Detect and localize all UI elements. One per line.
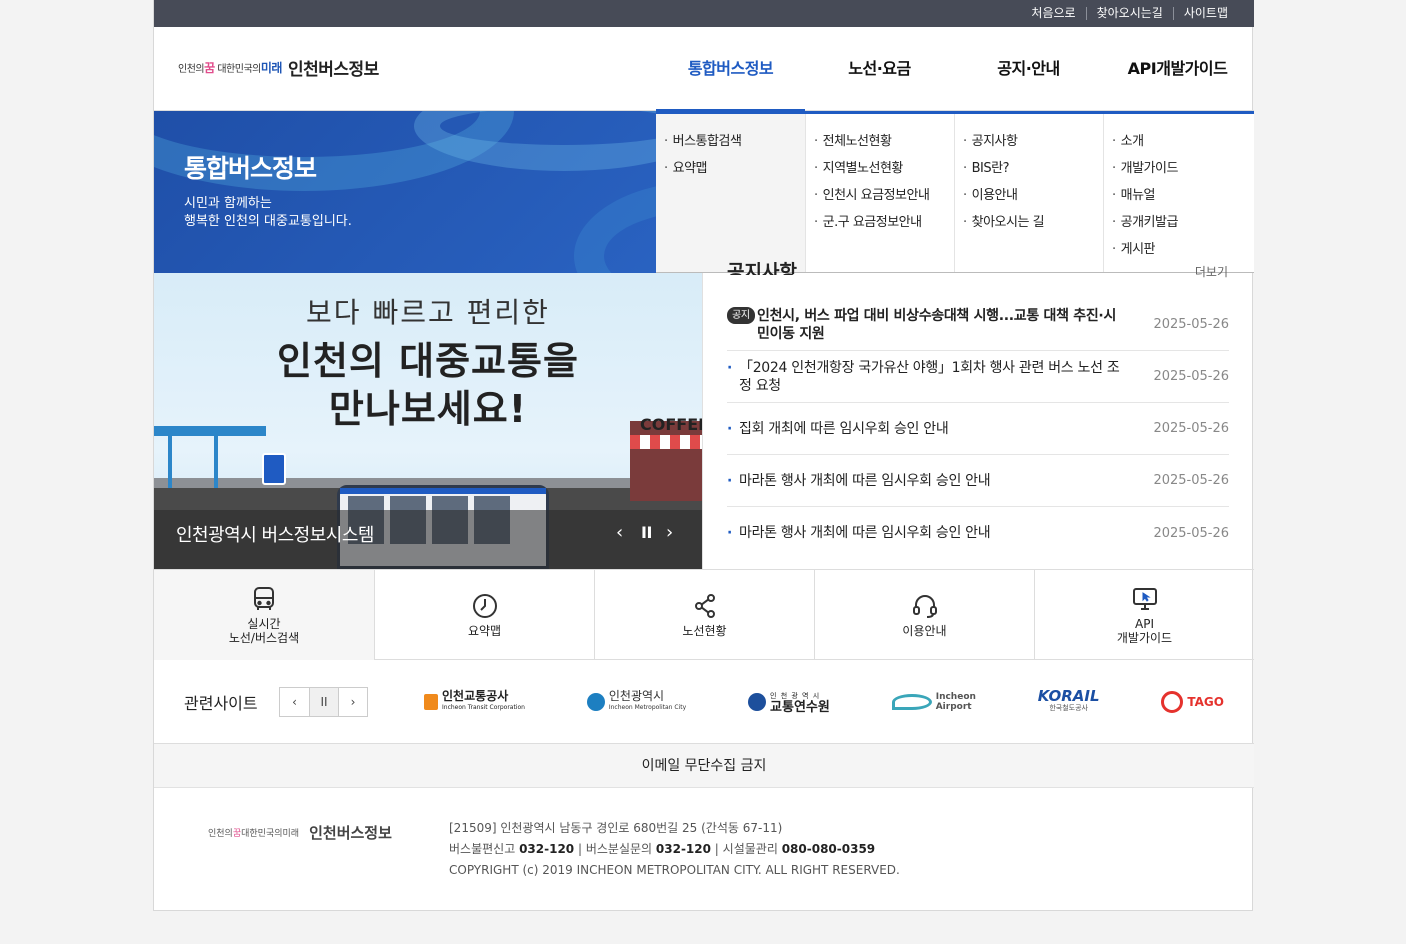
related-logo-training-institute[interactable]: 인 천 광 역 시 교통연수원 bbox=[748, 691, 830, 714]
bus-shelter-illustration bbox=[154, 426, 266, 488]
menu-item-bus-search[interactable]: 버스통합검색 bbox=[664, 128, 797, 155]
notice-board: 공지사항 더보기 공지 인천시, 버스 파업 대비 비상수송대책 시행...교통… bbox=[702, 261, 1254, 569]
notice-item[interactable]: 마라톤 행사 개최에 따른 임시우회 승인 안내 2025-05-26 bbox=[727, 507, 1229, 559]
related-sites-controls: ‹ II › bbox=[279, 687, 368, 717]
quick-usage-guide[interactable]: 이용안내 bbox=[814, 570, 1034, 660]
slider-main-text: 인천의 대중교통을 만나보세요! bbox=[277, 339, 579, 431]
menu-item-usage-guide[interactable]: 이용안내 bbox=[963, 182, 1095, 209]
util-link-sitemap[interactable]: 사이트맵 bbox=[1172, 7, 1238, 20]
mega-col-integrated: 버스통합검색 요약맵 bbox=[656, 114, 805, 272]
menu-item-notices[interactable]: 공지사항 bbox=[963, 128, 1095, 155]
util-link-directions[interactable]: 찾아오시는길 bbox=[1085, 7, 1173, 20]
training-institute-logo-icon bbox=[748, 693, 767, 711]
bus-stop-sign-icon bbox=[262, 453, 286, 485]
menu-item-board[interactable]: 게시판 bbox=[1112, 236, 1244, 263]
hero-subtitle: 시민과 함께하는 행복한 인천의 대중교통입니다. bbox=[184, 196, 352, 229]
related-logos: 인천교통공사 Incheon Transit Corporation 인천광역시 I… bbox=[424, 684, 1224, 720]
email-collection-notice[interactable]: 이메일 무단수집 금지 bbox=[154, 744, 1254, 788]
incheon-transit-logo-icon bbox=[424, 694, 438, 710]
notice-date: 2025-05-26 bbox=[1153, 369, 1229, 384]
notice-list: 공지 인천시, 버스 파업 대비 비상수송대책 시행...교통 대책 추진·시민… bbox=[727, 299, 1229, 559]
quick-menu: 실시간 노선/버스검색 요약맵 노선현황 이용안내 API 개발가이드 bbox=[154, 569, 1254, 660]
quick-api-guide[interactable]: API 개발가이드 bbox=[1034, 570, 1254, 660]
footer-logo: 인천의꿈대한민국의미래 인천버스정보 bbox=[208, 824, 392, 842]
menu-item-dev-guide[interactable]: 개발가이드 bbox=[1112, 155, 1244, 182]
cafe-illustration: COFFEE bbox=[630, 415, 702, 501]
related-prev-icon[interactable]: ‹ bbox=[280, 688, 309, 716]
monitor-cursor-icon bbox=[1132, 588, 1157, 610]
headset-icon bbox=[912, 595, 937, 618]
notice-badge: 공지 bbox=[727, 306, 755, 324]
notice-date: 2025-05-26 bbox=[1153, 317, 1229, 332]
main-nav: 통합버스정보 노선·요금 공지·안내 API개발가이드 bbox=[656, 27, 1254, 112]
hero-title: 통합버스정보 bbox=[184, 154, 317, 183]
main-slider: 보다 빠르고 편리한 인천의 대중교통을 만나보세요! COFFEE 인천광역시… bbox=[154, 273, 702, 569]
menu-item-what-is-bis[interactable]: BIS란? bbox=[963, 155, 1095, 182]
utility-bar: 처음으로 찾아오시는길 사이트맵 bbox=[154, 0, 1254, 27]
notice-date: 2025-05-26 bbox=[1153, 525, 1229, 541]
footer-copyright: COPYRIGHT (c) 2019 INCHEON METROPOLITAN … bbox=[449, 863, 900, 877]
related-logo-incheon-airport[interactable]: Incheon Airport bbox=[891, 692, 976, 712]
quick-realtime-search[interactable]: 실시간 노선/버스검색 bbox=[154, 570, 374, 660]
slider-caption: 인천광역시 버스정보시스템 ‹ II › bbox=[154, 510, 702, 569]
slider-pause-icon[interactable]: II bbox=[641, 521, 652, 545]
nav-integrated-bus-info[interactable]: 통합버스정보 bbox=[656, 27, 805, 112]
header: 인천의꿈 대한민국의미래 인천버스정보 통합버스정보 노선·요금 공지·안내 A… bbox=[154, 27, 1254, 112]
quick-summary-map[interactable]: 요약맵 bbox=[374, 570, 594, 660]
logo-title: 인천버스정보 bbox=[287, 60, 379, 80]
notice-date: 2025-05-26 bbox=[1153, 421, 1229, 436]
mega-col-notices: 공지사항 BIS란? 이용안내 찾아오시는 길 bbox=[954, 114, 1103, 272]
quick-route-status[interactable]: 노선현황 bbox=[594, 570, 814, 660]
page: 처음으로 찾아오시는길 사이트맵 인천의꿈 대한민국의미래 인천버스정보 통합버… bbox=[153, 0, 1254, 911]
slider-next-icon[interactable]: › bbox=[666, 521, 673, 545]
incheon-city-logo-icon bbox=[586, 693, 605, 711]
share-icon bbox=[694, 594, 715, 618]
menu-item-directions[interactable]: 찾아오시는 길 bbox=[963, 209, 1095, 236]
related-logo-korail[interactable]: KORAIL 한국철도공사 bbox=[1038, 689, 1100, 714]
airport-logo-icon bbox=[891, 694, 932, 710]
menu-item-all-routes[interactable]: 전체노선현황 bbox=[814, 128, 946, 155]
mega-menu: 버스통합검색 요약맵 전체노선현황 지역별노선현황 인천시 요금정보안내 군.구… bbox=[656, 111, 1254, 273]
notice-date: 2025-05-26 bbox=[1153, 473, 1229, 488]
related-logo-incheon-transit[interactable]: 인천교통공사 Incheon Transit Corporation bbox=[424, 690, 525, 713]
footer-address: [21509] 인천광역시 남동구 경인로 680번길 25 (간석동 67-1… bbox=[449, 821, 783, 835]
mega-col-routes: 전체노선현황 지역별노선현황 인천시 요금정보안내 군.구 요금정보안내 bbox=[805, 114, 954, 272]
notice-title[interactable]: 공지사항 bbox=[727, 257, 797, 275]
mega-col-api: 소개 개발가이드 매뉴얼 공개키발급 게시판 bbox=[1103, 114, 1252, 272]
logo-slogan: 인천의꿈 대한민국의미래 bbox=[178, 61, 282, 75]
clock-icon bbox=[472, 594, 497, 618]
site-logo[interactable]: 인천의꿈 대한민국의미래 인천버스정보 bbox=[178, 55, 379, 80]
nav-api-guide[interactable]: API개발가이드 bbox=[1103, 27, 1252, 111]
notice-item[interactable]: 「2024 인천개항장 국가유산 야행」1회차 행사 관련 버스 노선 조정 요… bbox=[727, 351, 1229, 403]
footer-contacts: 버스불편신고 032-120 | 버스분실문의 032-120 | 시설물관리 … bbox=[449, 842, 876, 856]
related-pause-icon[interactable]: II bbox=[309, 688, 338, 716]
bus-icon bbox=[254, 587, 274, 610]
footer-info: [21509] 인천광역시 남동구 경인로 680번길 25 (간석동 67-1… bbox=[449, 818, 900, 881]
nav-notices-guide[interactable]: 공지·안내 bbox=[954, 27, 1103, 111]
menu-item-county-fares[interactable]: 군.구 요금정보안내 bbox=[814, 209, 946, 236]
menu-item-manual[interactable]: 매뉴얼 bbox=[1112, 182, 1244, 209]
menu-item-summary-map[interactable]: 요약맵 bbox=[664, 155, 797, 182]
footer: 인천의꿈대한민국의미래 인천버스정보 [21509] 인천광역시 남동구 경인로… bbox=[154, 788, 1254, 910]
notice-more-link[interactable]: 더보기 bbox=[1195, 263, 1228, 280]
menu-item-regional-routes[interactable]: 지역별노선현황 bbox=[814, 155, 946, 182]
related-logo-incheon-city[interactable]: 인천광역시 Incheon Metropolitan City bbox=[586, 690, 686, 713]
related-sites: 관련사이트 ‹ II › 인천교통공사 Incheon Transit Corpo… bbox=[154, 660, 1254, 744]
slider-caption-text: 인천광역시 버스정보시스템 bbox=[176, 525, 374, 546]
related-next-icon[interactable]: › bbox=[338, 688, 367, 716]
tago-logo-icon bbox=[1161, 691, 1184, 713]
nav-routes-fares[interactable]: 노선·요금 bbox=[805, 27, 954, 111]
slider-headline: 보다 빠르고 편리한 bbox=[306, 296, 550, 329]
slider-prev-icon[interactable]: ‹ bbox=[616, 521, 623, 545]
menu-item-api-key[interactable]: 공개키발급 bbox=[1112, 209, 1244, 236]
related-logo-tago[interactable]: TAGO bbox=[1161, 691, 1224, 713]
notice-item[interactable]: 공지 인천시, 버스 파업 대비 비상수송대책 시행...교통 대책 추진·시민… bbox=[727, 299, 1229, 351]
related-sites-title: 관련사이트 bbox=[184, 694, 258, 713]
menu-item-intro[interactable]: 소개 bbox=[1112, 128, 1244, 155]
notice-item[interactable]: 마라톤 행사 개최에 따른 임시우회 승인 안내 2025-05-26 bbox=[727, 455, 1229, 507]
notice-item[interactable]: 집회 개최에 따른 임시우회 승인 안내 2025-05-26 bbox=[727, 403, 1229, 455]
util-link-home[interactable]: 처음으로 bbox=[1021, 7, 1085, 20]
menu-item-city-fares[interactable]: 인천시 요금정보안내 bbox=[814, 182, 946, 209]
